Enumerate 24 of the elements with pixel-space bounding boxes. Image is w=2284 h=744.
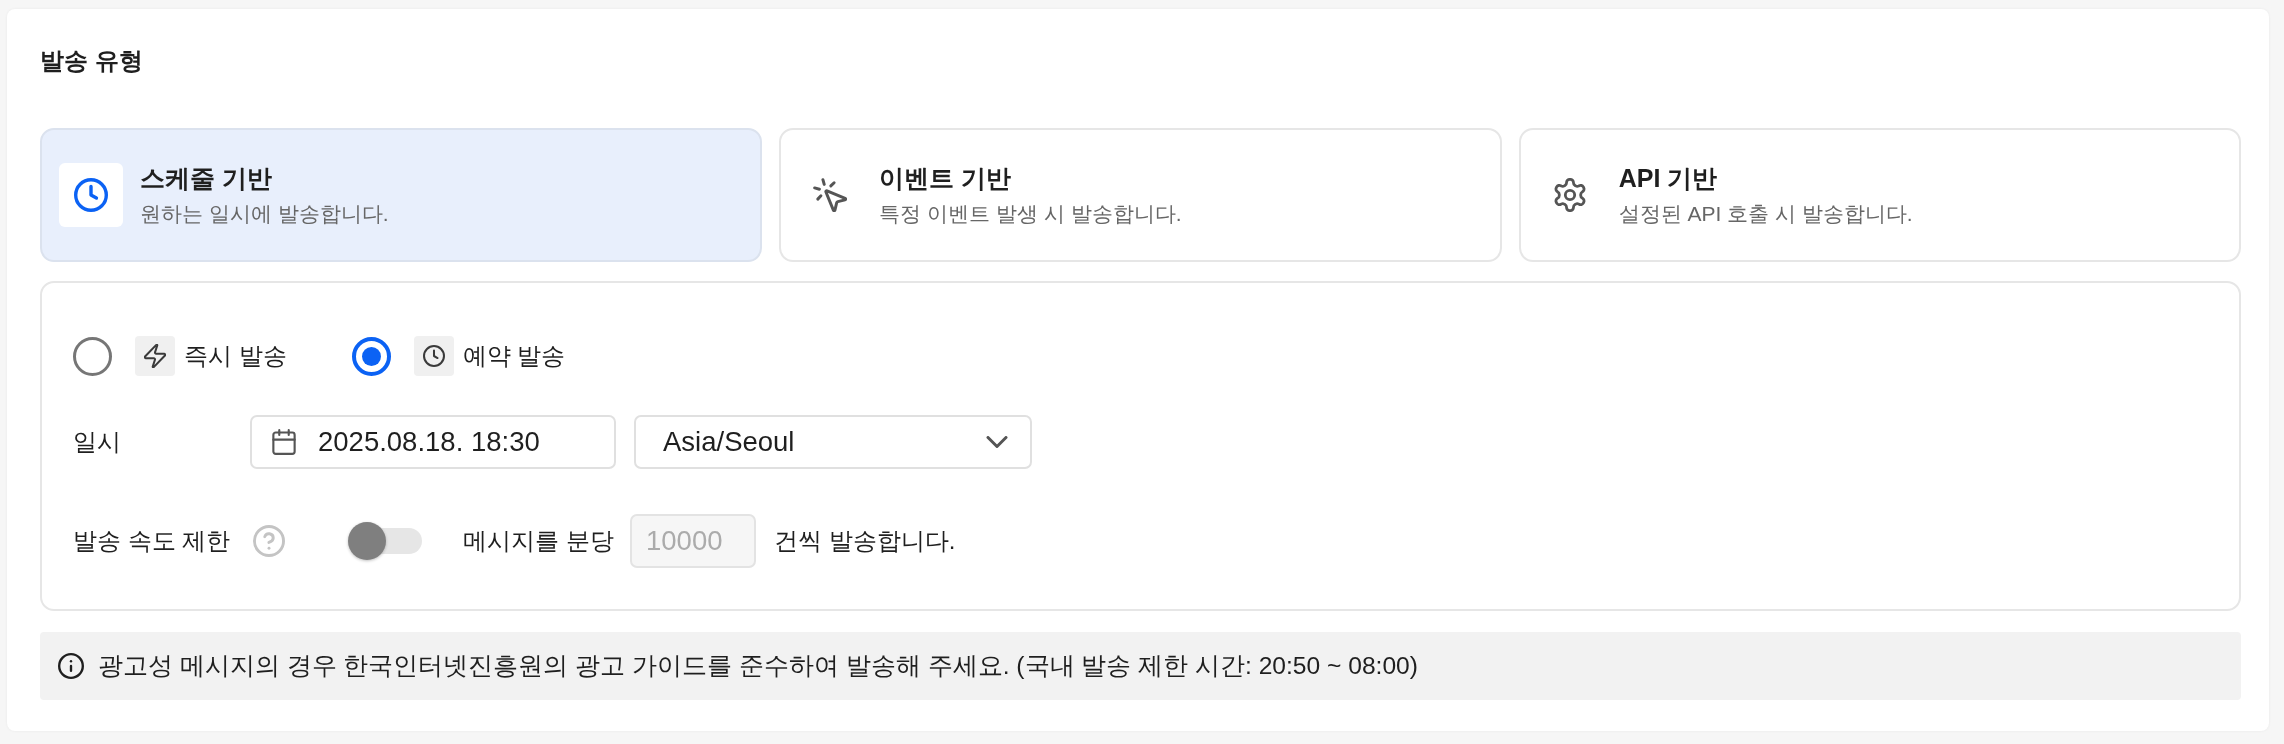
rate-text: 건씩 발송합니다. — [774, 526, 956, 556]
field-label: 일시 — [73, 427, 122, 457]
radio-button[interactable] — [73, 336, 112, 376]
info-icon — [58, 653, 84, 679]
calendar-icon — [272, 429, 296, 455]
toggle-switch[interactable] — [348, 522, 423, 560]
rate-text: 메시지를 분당 — [463, 526, 614, 556]
section-title: 발송 유형 — [40, 46, 143, 76]
date-field[interactable]: 2025.08.18. 18:30 — [250, 415, 616, 469]
send-type-option[interactable]: API 기반 설정된 API 호출 시 발송합니다. — [1518, 128, 2241, 262]
cursor-click-icon — [813, 178, 848, 212]
notice-text: 광고성 메시지의 경우 한국인터넷진흥원의 광고 가이드를 준수하여 발송해 주세요. (국내 발송 제한 시간: 20:50 ~ 08:00) — [98, 651, 1418, 681]
lightning-icon — [135, 336, 175, 376]
timezone-select[interactable]: Asia/Seoul — [634, 415, 1032, 469]
settings-icon — [1552, 178, 1587, 212]
chevron-down-icon — [986, 436, 1008, 448]
radio-label[interactable]: 예약 발송 — [462, 340, 566, 372]
field-label: 발송 속도 제한 — [73, 526, 231, 556]
clock-icon — [413, 336, 454, 376]
send-type-option[interactable]: 스케줄 기반 원하는 일시에 발송합니다. — [40, 128, 763, 262]
radio-button[interactable] — [351, 336, 391, 376]
radio-label[interactable]: 즉시 발송 — [184, 340, 287, 372]
clock-icon — [59, 163, 123, 227]
send-type-option[interactable]: 이벤트 기반 특정 이벤트 발생 시 발송합니다. — [779, 128, 1502, 262]
